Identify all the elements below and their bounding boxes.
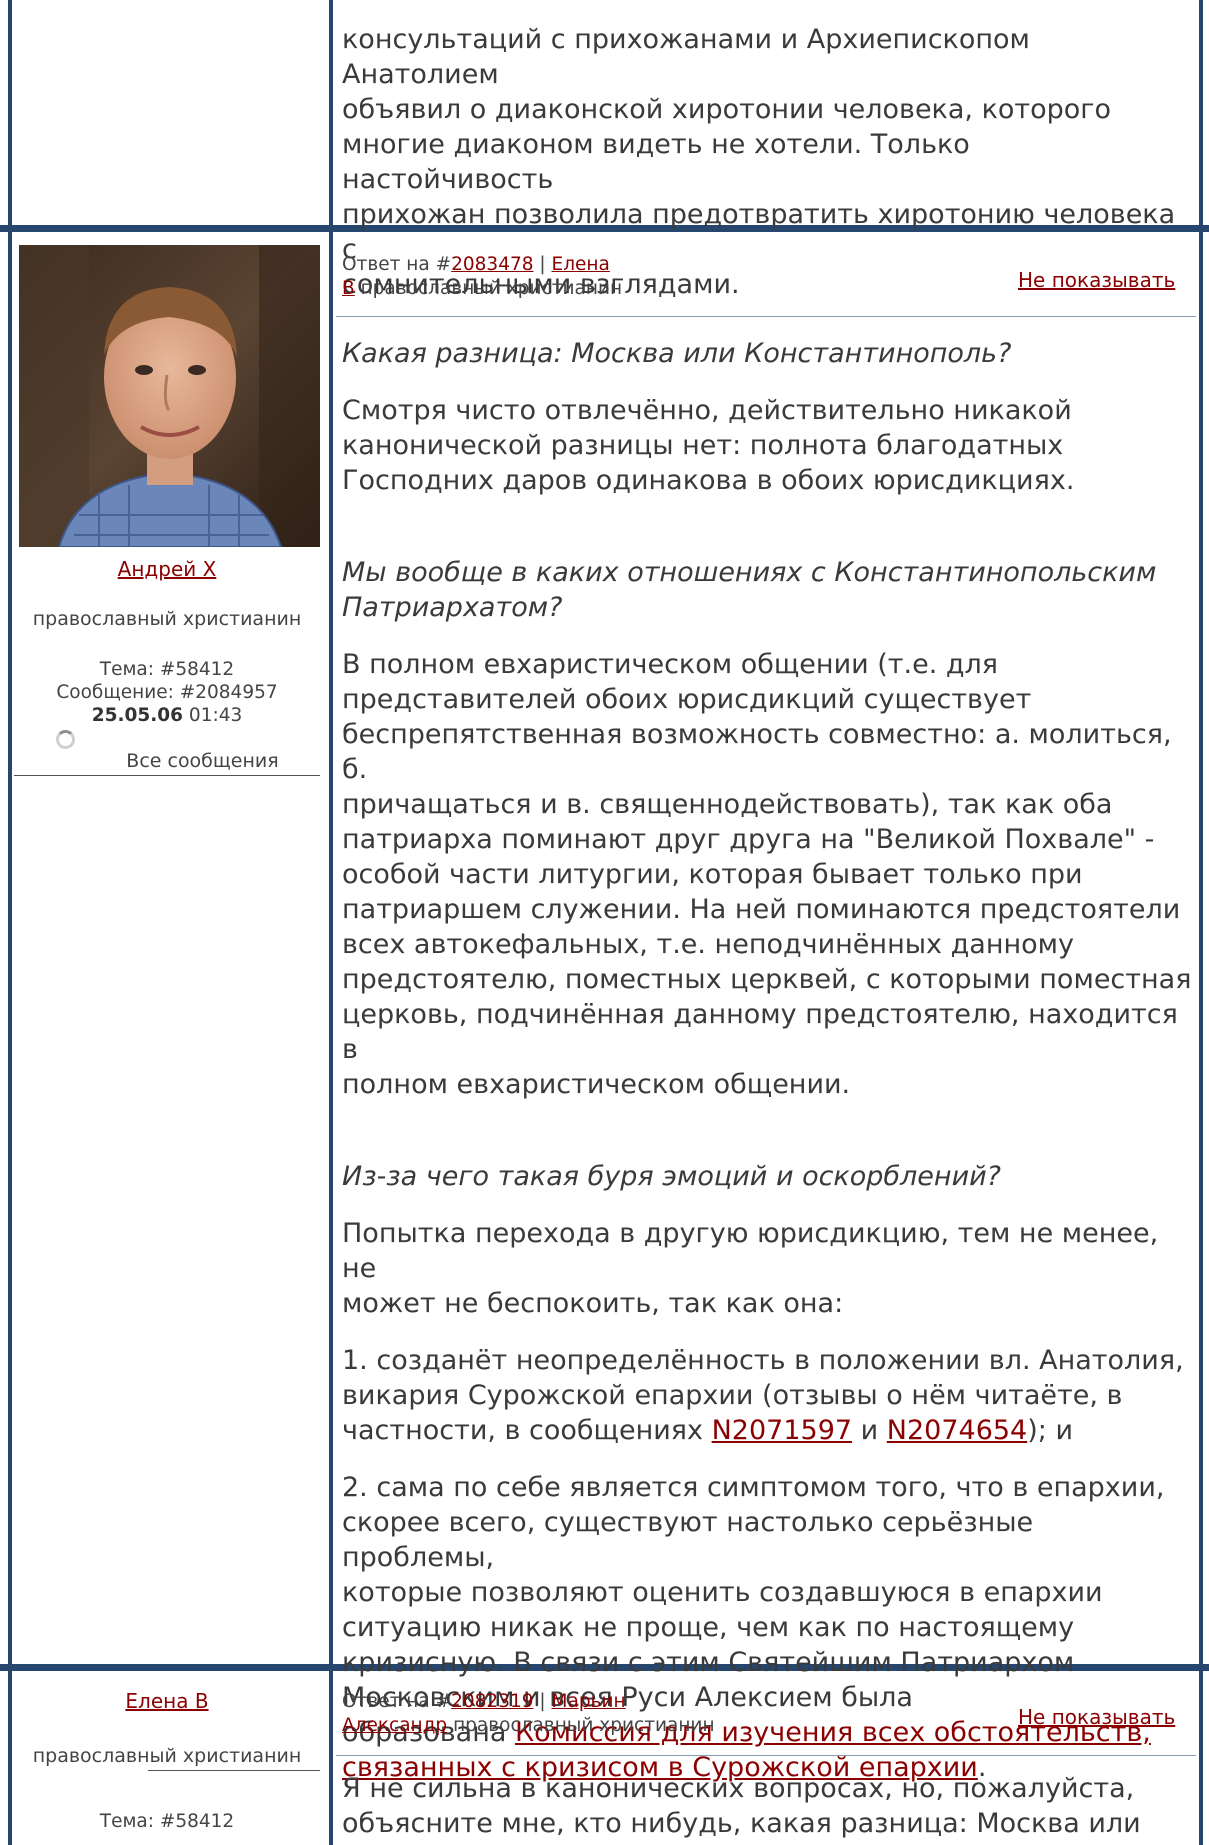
reply-header: Ответ на #2083478 | Елена В православный… [342, 254, 623, 299]
message-link[interactable]: N2074654 [887, 1415, 1027, 1446]
post-body: Я не сильна в канонических вопросах, но,… [342, 1773, 1141, 1839]
right-border [1199, 0, 1203, 1845]
message-number: Сообщение: #2084957 [56, 682, 278, 703]
post-info: Тема: #58412 Сообщение: #2084957 25.05.0… [14, 658, 320, 727]
reply-author-link[interactable]: Александр [342, 1715, 447, 1736]
header-divider [336, 1755, 1196, 1756]
author-name: Елена В [14, 1690, 320, 1713]
sidebar-divider [148, 1770, 320, 1771]
reply-author-link[interactable]: Марьин [552, 1691, 626, 1712]
author-name: Андрей Х [14, 558, 320, 581]
message-link[interactable]: N2071597 [712, 1415, 852, 1446]
loading-spinner-icon [56, 730, 75, 753]
forum-page: консультаций с прихожанами и Архиепископ… [0, 0, 1209, 1845]
hide-post-link[interactable]: Не показывать [1018, 1705, 1175, 1729]
author-link[interactable]: Андрей Х [118, 557, 217, 581]
reply-header: Ответ на #2082319 | Марьин Александр пра… [342, 1691, 715, 1736]
post-time: 01:43 [183, 705, 243, 726]
reply-to-link[interactable]: 2082319 [451, 1691, 533, 1712]
sidebar-divider [14, 775, 320, 776]
topic-number: Тема: #58412 [99, 659, 235, 680]
post-body: Какая разница: Москва или Константинопол… [342, 338, 1192, 1783]
post-datetime: 25.05.06 01:43 [14, 704, 320, 727]
avatar [19, 245, 320, 547]
reply-author-link[interactable]: В [342, 278, 355, 299]
reply-to-link[interactable]: 2083478 [451, 254, 533, 275]
column-divider [329, 0, 333, 1845]
author-link[interactable]: Елена В [125, 1689, 208, 1713]
reply-author-link[interactable]: Елена [552, 254, 610, 275]
author-role: православный христианин [32, 608, 302, 630]
header-divider [336, 316, 1196, 317]
hide-post-link[interactable]: Не показывать [1018, 268, 1175, 292]
topic-number: Тема: #58412 [99, 1811, 235, 1832]
left-border [8, 0, 12, 1845]
post-date: 25.05.06 [91, 705, 184, 726]
author-role: православный христианин [32, 1745, 302, 1767]
all-messages-link[interactable]: Все сообщения [100, 750, 305, 773]
